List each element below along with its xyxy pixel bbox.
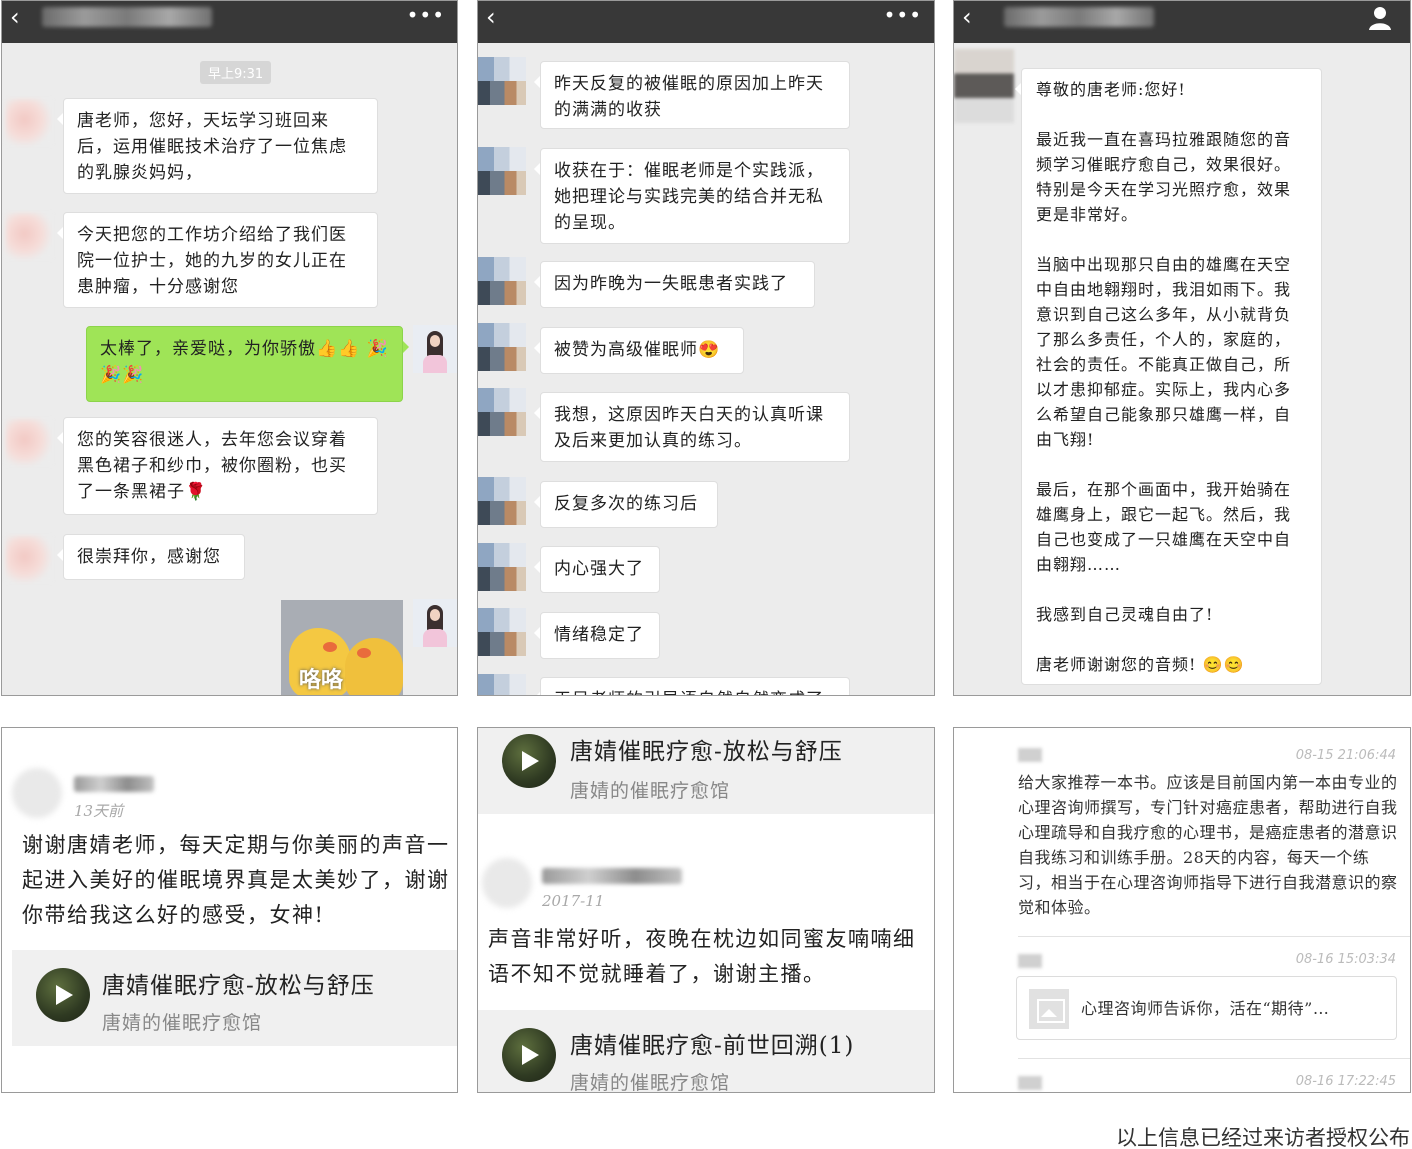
audio-card[interactable]: 唐婧催眠疗愈-前世回溯(1) 唐婧的催眠疗愈馆 <box>478 1010 934 1093</box>
blurred-reviewer-name <box>74 776 154 792</box>
back-arrow-icon[interactable]: ‹ <box>486 5 496 29</box>
contact-avatar[interactable] <box>478 608 526 656</box>
chat-screenshot-1: ‹ ••• 早上9:31 唐老师，您好，天坛学习班回来后，运用催眠技术治疗了一位… <box>1 0 458 696</box>
link-title: 心理咨询师告诉你，活在“期待”… <box>1081 999 1330 1018</box>
message-paragraph: 我感到自己灵魂自由了! <box>1036 605 1214 624</box>
comment-text: 谢谢唐婧老师，每天定期与你美丽的声音一起进入美好的催眠境界真是太美妙了，谢谢你带… <box>22 833 450 927</box>
note-timestamp: 08-15 21:06:44 <box>1295 748 1396 763</box>
contact-avatar[interactable] <box>478 323 526 371</box>
contact-avatar[interactable] <box>478 257 526 305</box>
message-bubble: 很崇拜你，感谢您 <box>57 534 245 580</box>
audio-channel: 唐婧的催眠疗愈馆 <box>102 1012 263 1034</box>
message-bubble: 我想，这原因昨天白天的认真听课及后来更加认真的练习。 <box>534 392 850 462</box>
blurred-user-name <box>1018 954 1042 968</box>
message-bubble: 唐老师，您好，天坛学习班回来后，运用催眠技术治疗了一位焦虑的乳腺炎妈妈， <box>57 98 378 194</box>
message-paragraph: 最近我一直在喜玛拉雅跟随您的音频学习催眠疗愈自己，效果很好。特别是今天在学习光照… <box>1036 130 1292 224</box>
contact-avatar[interactable] <box>478 543 526 591</box>
contact-avatar[interactable] <box>478 477 526 525</box>
contact-avatar[interactable] <box>954 49 1014 123</box>
more-options-icon[interactable]: ••• <box>884 3 922 27</box>
blurred-contact-name <box>42 7 212 27</box>
user-avatar[interactable] <box>413 599 457 647</box>
message-paragraph: 尊敬的唐老师:您好! <box>1036 80 1186 99</box>
contact-avatar[interactable] <box>6 213 52 259</box>
contact-avatar[interactable] <box>478 388 526 436</box>
message-bubble-partial: 天吴老师的引导语自然自然变成了 <box>534 677 850 695</box>
contact-avatar[interactable] <box>478 147 526 195</box>
audio-channel: 唐婧的催眠疗愈馆 <box>570 1072 731 1093</box>
back-arrow-icon[interactable]: ‹ <box>10 5 20 29</box>
message-bubble: 收获在于：催眠老师是个实践派，她把理论与实践完美的结合并无私的呈现。 <box>534 148 850 244</box>
note-timestamp: 08-16 15:03:34 <box>1295 952 1396 967</box>
message-bubble: 反复多次的练习后 <box>534 481 718 528</box>
contact-avatar[interactable] <box>6 99 52 145</box>
message-timestamp: 早上9:31 <box>200 61 272 84</box>
message-bubble: 因为昨晚为一失眠患者实践了 <box>534 261 815 308</box>
contact-avatar[interactable] <box>6 419 52 465</box>
audio-channel: 唐婧的催眠疗愈馆 <box>570 780 731 802</box>
audio-card[interactable]: 唐婧催眠疗愈-放松与舒压 唐婧的催眠疗愈馆 <box>478 728 934 814</box>
chat-header: ‹ ••• <box>2 1 457 43</box>
divider <box>1018 1058 1410 1059</box>
user-avatar[interactable] <box>413 325 457 373</box>
shared-link-card[interactable]: 心理咨询师告诉你，活在“期待”… <box>1016 976 1397 1040</box>
profile-icon[interactable] <box>1368 5 1392 31</box>
note-text: 给大家推荐一本书。应该是目前国内第一本由专业的心理咨询师撰写，专门针对癌症患者，… <box>1018 773 1398 917</box>
contact-avatar[interactable] <box>478 674 526 695</box>
blurred-reviewer-name <box>542 868 682 884</box>
blurred-contact-name <box>1004 7 1154 27</box>
audio-title: 唐婧催眠疗愈-放松与舒压 <box>102 973 375 999</box>
comment-time: 13天前 <box>74 802 124 820</box>
audio-card[interactable]: 唐婧催眠疗愈-放松与舒压 唐婧的催眠疗愈馆 <box>12 950 457 1046</box>
comment-text: 声音非常好听，夜晚在枕边如同蜜友喃喃细语不知不觉就睡着了，谢谢主播。 <box>488 927 916 986</box>
divider <box>1018 936 1410 937</box>
message-bubble: 情绪稳定了 <box>534 612 660 659</box>
notes-screenshot: 08-15 21:06:44 给大家推荐一本书。应该是目前国内第一本由专业的心理… <box>953 727 1411 1093</box>
message-paragraph: 唐老师谢谢您的音频! 😊😊 <box>1036 655 1245 674</box>
long-message-bubble: 尊敬的唐老师:您好! 最近我一直在喜玛拉雅跟随您的音频学习催眠疗愈自己，效果很好… <box>1015 68 1322 685</box>
audio-title: 唐婧催眠疗愈-前世回溯(1) <box>570 1033 855 1059</box>
contact-avatar[interactable] <box>6 536 52 582</box>
note-timestamp: 08-16 17:22:45 <box>1295 1074 1396 1089</box>
reviewer-avatar[interactable] <box>482 858 532 908</box>
review-screenshot-2: 唐婧催眠疗愈-放松与舒压 唐婧的催眠疗愈馆 2017-11 声音非常好听，夜晚在… <box>477 727 935 1093</box>
message-paragraph: 当脑中出现那只自由的雄鹰在天空中自由地翱翔时，我泪如雨下。我意识到自己这么多年，… <box>1036 255 1292 449</box>
reviewer-avatar[interactable] <box>12 768 62 818</box>
back-arrow-icon[interactable]: ‹ <box>962 5 972 29</box>
chat-screenshot-2: ‹ ••• 昨天反复的被催眠的原因加上昨天的满满的收获 收获在于：催眠老师是个实… <box>477 0 935 696</box>
chick-sticker[interactable]: 咯咯 <box>281 600 403 695</box>
authorization-caption: 以上信息已经过来访者授权公布 <box>1116 1126 1410 1149</box>
message-bubble: 昨天反复的被催眠的原因加上昨天的满满的收获 <box>534 61 850 129</box>
message-paragraph: 最后，在那个画面中，我开始骑在雄鹰身上，跟它一起飞。然后，我自己也变成了一只雄鹰… <box>1036 480 1292 574</box>
blurred-user-name <box>1018 748 1042 762</box>
message-bubble: 内心强大了 <box>534 546 660 593</box>
comment-time: 2017-11 <box>542 892 605 910</box>
blurred-user-name <box>1018 1076 1042 1090</box>
play-icon[interactable] <box>36 968 90 1022</box>
message-bubble: 您的笑容很迷人，去年您会议穿着黑色裙子和纱巾，被你圈粉，也买了一条黑裙子🌹 <box>57 417 378 515</box>
sticker-text: 咯咯 <box>299 668 344 693</box>
message-bubble: 今天把您的工作坊介绍给了我们医院一位护士，她的九岁的女儿正在患肿瘤，十分感谢您 <box>57 212 378 308</box>
contact-avatar[interactable] <box>478 57 526 105</box>
chat-header: ‹ ••• <box>478 1 934 43</box>
audio-title: 唐婧催眠疗愈-放松与舒压 <box>570 739 843 765</box>
message-bubble: 被赞为高级催眠师😍 <box>534 327 744 374</box>
play-icon[interactable] <box>502 734 556 788</box>
play-icon[interactable] <box>502 1028 556 1082</box>
sent-message-bubble: 太棒了，亲爱哒，为你骄傲👍👍 🎉🎉🎉 <box>86 326 409 402</box>
chat-header: ‹ <box>954 1 1410 43</box>
image-placeholder-icon <box>1029 989 1069 1029</box>
chat-screenshot-3: ‹ 尊敬的唐老师:您好! 最近我一直在喜玛拉雅跟随您的音频学习催眠疗愈自己，效果… <box>953 0 1411 696</box>
more-options-icon[interactable]: ••• <box>407 3 445 27</box>
review-screenshot-1: 13天前 谢谢唐婧老师，每天定期与你美丽的声音一起进入美好的催眠境界真是太美妙了… <box>1 727 458 1093</box>
